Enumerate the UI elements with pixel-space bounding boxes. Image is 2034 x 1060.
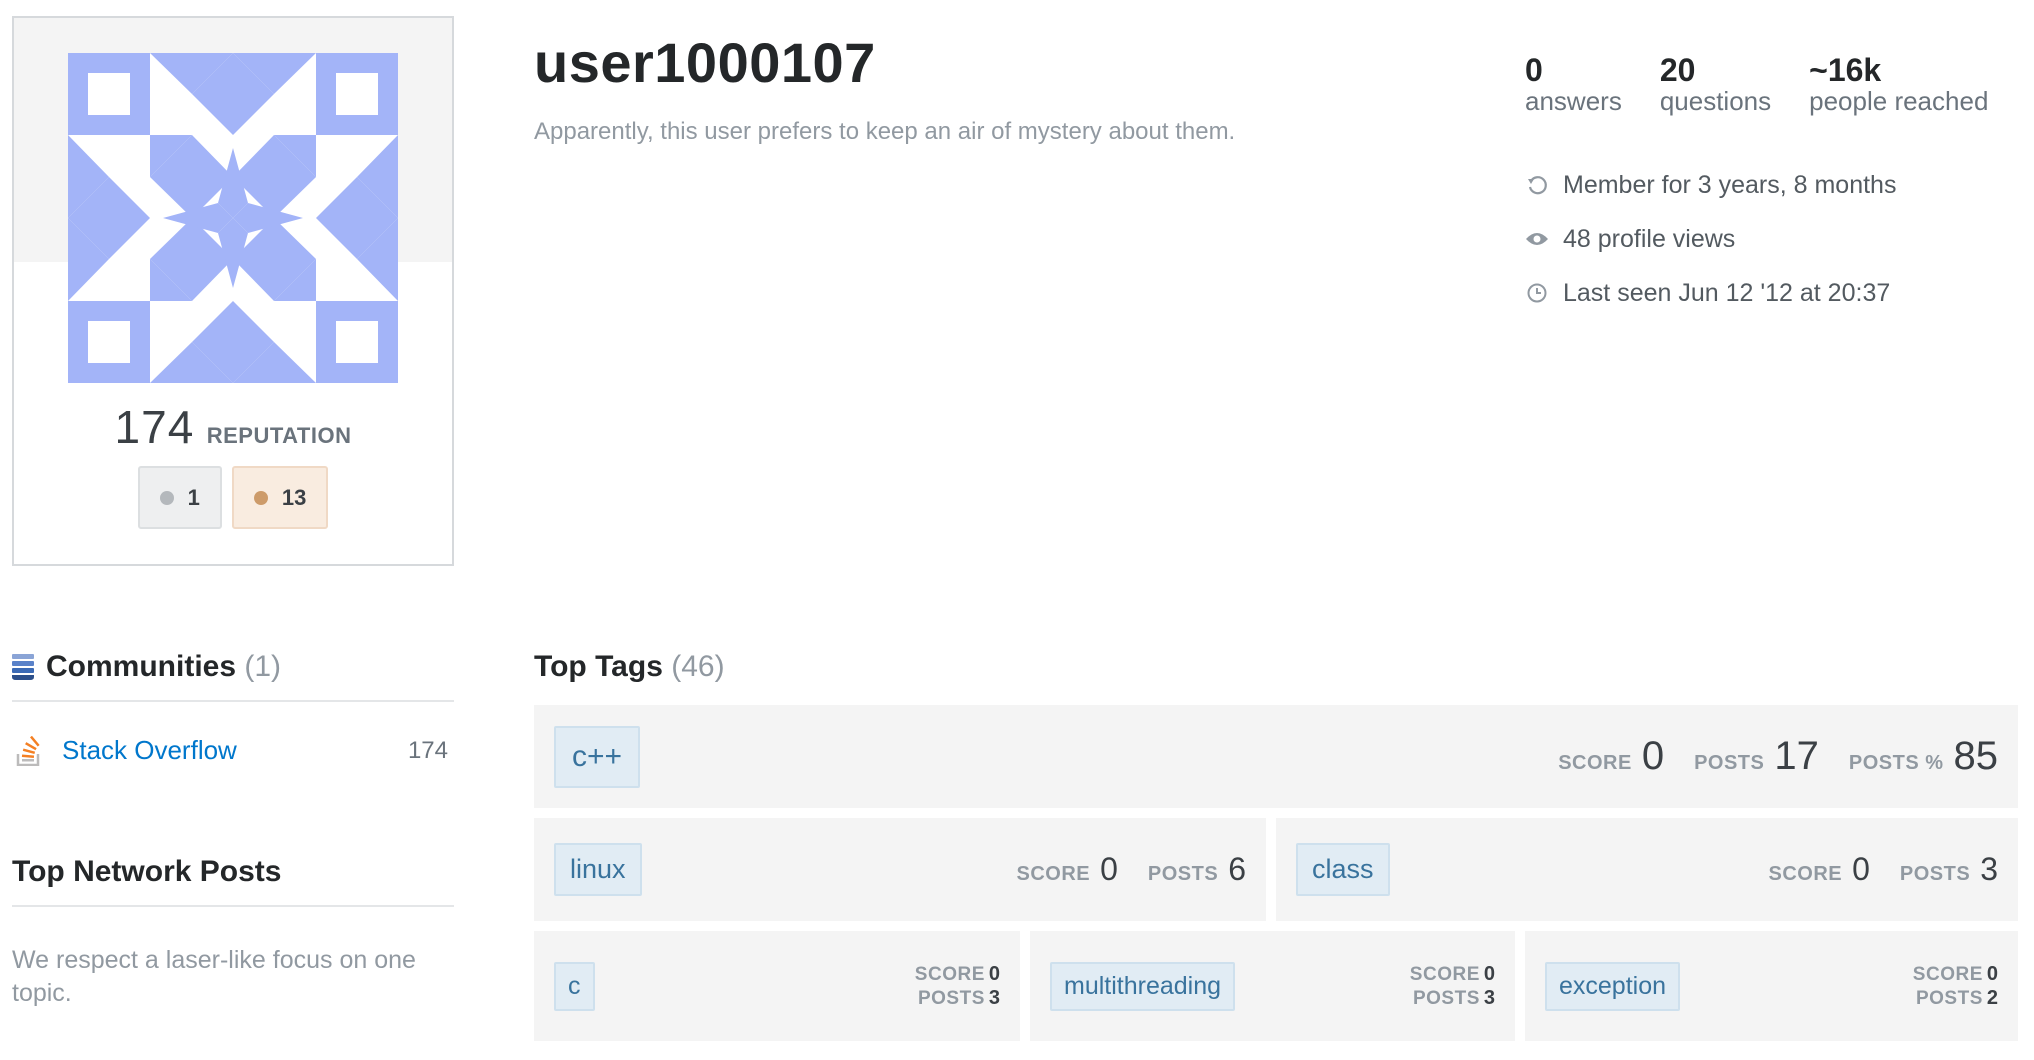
score-label: SCORE (1912, 964, 1983, 985)
score-value: 0 (1483, 963, 1495, 985)
stat-people-reached: ~16k people reached (1809, 54, 1988, 116)
tag-cpp[interactable]: c++ (554, 725, 641, 788)
score-label: SCORE (1016, 863, 1091, 885)
profile-stats: 0 answers 20 questions ~16k people reach… (1525, 54, 1988, 116)
top-tag-card: c++ SCORE 0 POSTS 17 POSTS % 85 (534, 705, 2018, 808)
posts-value: 2 (1986, 987, 1998, 1009)
tag-linux[interactable]: linux (554, 843, 642, 896)
score-value: 0 (1852, 851, 1870, 887)
score-label: SCORE (914, 964, 985, 985)
member-for-text: Member for 3 years, 8 months (1563, 170, 1897, 199)
posts-percent-label: POSTS % (1848, 752, 1944, 774)
top-network-posts-header: Top Network Posts (12, 855, 454, 907)
tag-stats: SCORE 0 POSTS 2 (1913, 962, 1998, 1010)
score-label: SCORE (1409, 964, 1480, 985)
score-label: SCORE (1558, 752, 1632, 774)
top-tags-title: Top Tags (534, 650, 663, 683)
stat-value: ~16k (1809, 52, 1882, 88)
score-value: 0 (1100, 851, 1118, 887)
posts-label: POSTS (1412, 988, 1480, 1009)
posts-value: 3 (988, 987, 1000, 1009)
communities-title: Communities (46, 650, 237, 683)
tag-exception[interactable]: exception (1545, 961, 1681, 1011)
top-tags-count: (46) (671, 650, 725, 683)
profile-views-text: 48 profile views (1563, 224, 1736, 253)
history-icon (1525, 173, 1549, 197)
eye-icon (1525, 227, 1549, 251)
posts-value: 3 (1980, 851, 1998, 887)
tag-c[interactable]: c (554, 961, 595, 1011)
posts-label: POSTS (917, 988, 985, 1009)
stat-label: answers (1525, 86, 1622, 116)
community-item[interactable]: Stack Overflow 174 (12, 735, 454, 766)
posts-value: 6 (1228, 851, 1246, 887)
last-seen: Last seen Jun 12 '12 at 20:37 (1525, 266, 1896, 320)
stat-value: 0 (1525, 52, 1543, 88)
reputation-label: REPUTATION (206, 423, 352, 448)
tag-class[interactable]: class (1296, 843, 1390, 896)
top-tag-card: class SCORE 0 POSTS 3 (1276, 818, 2018, 921)
top-tag-card: linux SCORE 0 POSTS 6 (534, 818, 1266, 921)
stat-value: 20 (1659, 52, 1696, 88)
profile-meta: Member for 3 years, 8 months 48 profile … (1525, 158, 1896, 320)
bronze-badge-count: 13 (281, 484, 307, 510)
tag-stats: SCORE 0 POSTS 6 (1016, 851, 1246, 888)
score-value: 0 (988, 963, 1000, 985)
posts-value: 3 (1483, 987, 1495, 1009)
tag-multithreading[interactable]: multithreading (1050, 961, 1236, 1011)
community-link[interactable]: Stack Overflow (62, 735, 408, 766)
profile-bio: Apparently, this user prefers to keep an… (534, 118, 1236, 145)
posts-value: 17 (1774, 734, 1819, 778)
posts-label: POSTS (1147, 863, 1219, 885)
badge-counts: 1 13 (14, 466, 452, 529)
stat-label: questions (1659, 86, 1772, 116)
top-tag-card: c SCORE 0 POSTS 3 (534, 931, 1020, 1041)
stack-overflow-icon (16, 735, 40, 766)
silver-badge-count: 1 (187, 484, 200, 510)
posts-label: POSTS (1915, 988, 1983, 1009)
stat-label: people reached (1809, 86, 1989, 116)
last-seen-text: Last seen Jun 12 '12 at 20:37 (1563, 278, 1891, 307)
silver-badge-icon (159, 490, 174, 505)
reputation-value: 174 (114, 401, 195, 453)
score-value: 0 (1641, 734, 1665, 778)
communities-count: (1) (244, 650, 282, 683)
stat-answers[interactable]: 0 answers (1525, 54, 1622, 116)
top-tags-header: Top Tags (46) (534, 650, 725, 684)
stat-questions[interactable]: 20 questions (1660, 54, 1771, 116)
community-reputation: 174 (407, 736, 448, 764)
posts-label: POSTS (1694, 752, 1765, 774)
top-tag-card: multithreading SCORE 0 POSTS 3 (1030, 931, 1515, 1041)
silver-badge[interactable]: 1 (137, 466, 222, 529)
score-label: SCORE (1768, 863, 1843, 885)
profile-views: 48 profile views (1525, 212, 1896, 266)
member-for: Member for 3 years, 8 months (1525, 158, 1896, 212)
bronze-badge[interactable]: 13 (231, 466, 329, 529)
stack-exchange-icon (12, 654, 34, 680)
top-network-posts-title: Top Network Posts (12, 855, 282, 888)
communities-header: Communities (1) (12, 650, 454, 702)
profile-username: user1000107 (534, 31, 876, 94)
posts-label: POSTS (1899, 863, 1971, 885)
clock-icon (1525, 281, 1549, 305)
posts-percent-value: 85 (1953, 734, 1999, 778)
profile-card: 174 REPUTATION 1 13 (12, 16, 454, 566)
top-tag-card: exception SCORE 0 POSTS 2 (1525, 931, 2018, 1041)
bronze-badge-icon (253, 490, 268, 505)
tag-stats: SCORE 0 POSTS 3 (1410, 962, 1495, 1010)
top-network-posts-message: We respect a laser-like focus on one top… (12, 946, 416, 1007)
tag-stats: SCORE 0 POSTS 3 (1768, 851, 1998, 888)
tag-stats: SCORE 0 POSTS 17 POSTS % 85 (1558, 734, 1998, 779)
avatar[interactable] (68, 53, 398, 383)
reputation: 174 REPUTATION (14, 400, 452, 454)
tag-stats: SCORE 0 POSTS 3 (915, 962, 1000, 1010)
score-value: 0 (1986, 963, 1998, 985)
